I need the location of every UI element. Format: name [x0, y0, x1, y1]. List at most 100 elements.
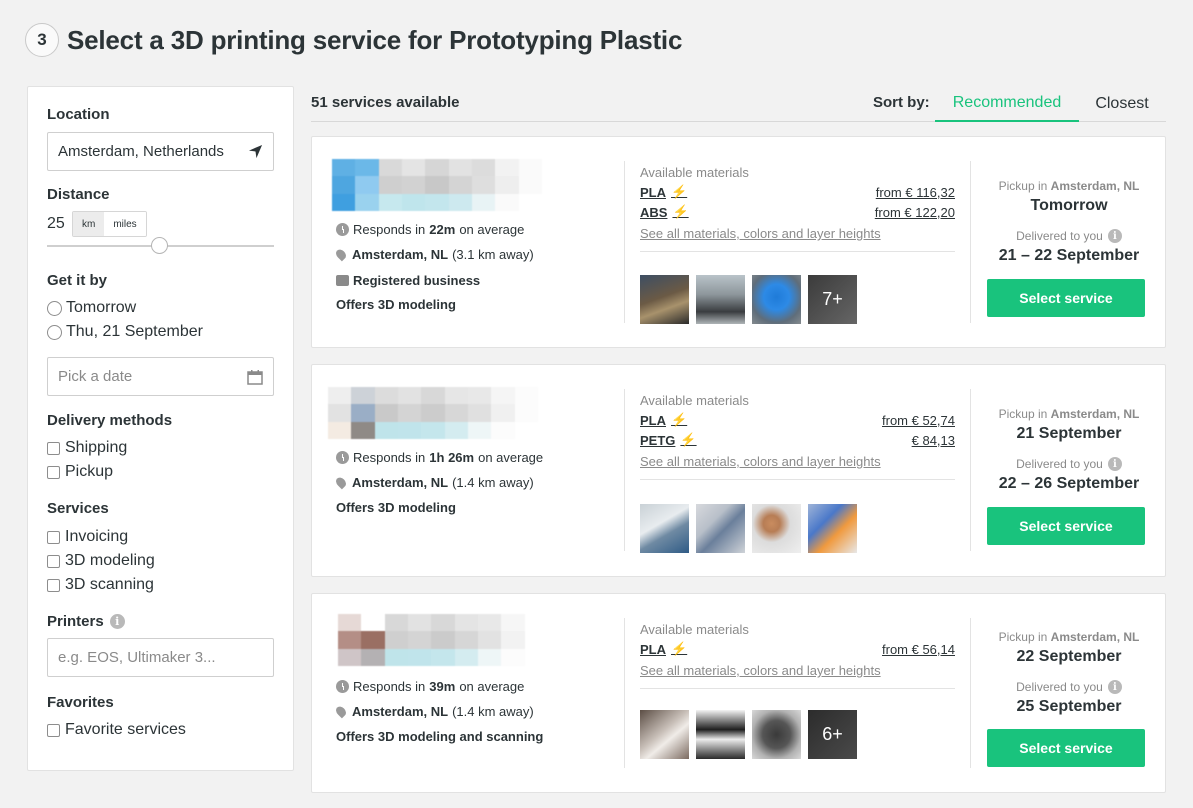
column-divider [624, 618, 625, 768]
unit-km-button[interactable]: km [73, 212, 105, 236]
photo-thumbnail-more[interactable]: 7+ [808, 275, 857, 324]
photo-thumbnail[interactable] [696, 710, 745, 759]
column-divider [970, 161, 971, 323]
info-icon[interactable]: i [1107, 457, 1122, 471]
radio-button[interactable] [47, 324, 62, 340]
distance-slider-thumb[interactable] [151, 237, 168, 254]
material-price-link[interactable]: from € 52,74 [882, 413, 955, 428]
material-price-link[interactable]: from € 56,14 [882, 642, 955, 657]
page-title: Select a 3D printing service for Prototy… [67, 24, 683, 55]
service-option-invoicing[interactable]: Invoicing [47, 528, 128, 546]
delivered-label: Delivered to you i [972, 229, 1166, 243]
service-logo-blurred[interactable] [338, 614, 548, 666]
sort-label: Sort by: [873, 94, 930, 111]
materials-section: Available materials PLA ⚡ from € 52,74 PE… [640, 393, 955, 480]
get-by-option-tomorrow[interactable]: Tomorrow [47, 299, 136, 317]
get-by-option-thursday[interactable]: Thu, 21 September [47, 323, 203, 341]
material-name-link[interactable]: ABS ⚡ [640, 204, 689, 220]
photo-thumbnail[interactable] [808, 504, 857, 553]
service-location: Amsterdam, NL (1.4 km away) [334, 475, 534, 490]
service-option-3d-scanning[interactable]: 3D scanning [47, 576, 154, 594]
printers-input[interactable]: e.g. EOS, Ultimaker 3... [47, 638, 274, 677]
distance-label: Distance [47, 186, 110, 203]
location-input[interactable]: Amsterdam, Netherlands [47, 132, 274, 171]
photo-thumbnail[interactable] [640, 710, 689, 759]
favorites-label: Favorites [47, 694, 114, 711]
clock-icon [336, 680, 349, 693]
photo-thumbnail[interactable] [696, 275, 745, 324]
clock-icon [336, 223, 349, 236]
sort-tab-closest[interactable]: Closest [1081, 86, 1163, 122]
materials-section: Available materials PLA ⚡ from € 56,14 Se… [640, 622, 955, 689]
see-all-materials-link[interactable]: See all materials, colors and layer heig… [640, 663, 955, 678]
delivery-date: 25 September [1016, 698, 1122, 715]
step-number-badge: 3 [25, 23, 59, 57]
material-row[interactable]: ABS ⚡ from € 122,20 [640, 204, 955, 220]
page-header: 3 Select a 3D printing service for Proto… [25, 22, 682, 58]
delivery-info: Pickup in Amsterdam, NL Tomorrow Deliver… [972, 179, 1166, 265]
photo-thumbnail-more[interactable]: 6+ [808, 710, 857, 759]
material-price-link[interactable]: from € 116,32 [876, 185, 955, 200]
service-location: Amsterdam, NL (1.4 km away) [334, 704, 534, 719]
checkbox[interactable] [47, 530, 60, 544]
distance-slider[interactable] [47, 237, 274, 254]
calendar-icon[interactable] [247, 369, 263, 385]
radio-button[interactable] [47, 300, 62, 316]
service-option-3d-modeling[interactable]: 3D modeling [47, 552, 155, 570]
pickup-location: Pickup in Amsterdam, NL [998, 179, 1140, 193]
checkbox[interactable] [47, 465, 60, 479]
printers-placeholder: e.g. EOS, Ultimaker 3... [58, 649, 216, 666]
column-divider [970, 389, 971, 551]
delivery-option-shipping[interactable]: Shipping [47, 439, 127, 457]
select-service-button[interactable]: Select service [987, 729, 1145, 767]
service-logo-blurred[interactable] [332, 159, 542, 211]
delivery-option-pickup[interactable]: Pickup [47, 463, 113, 481]
material-row[interactable]: PLA ⚡ from € 56,14 [640, 641, 955, 657]
material-row[interactable]: PETG ⚡ € 84,13 [640, 432, 955, 448]
checkbox[interactable] [47, 554, 60, 568]
material-price-link[interactable]: € 84,13 [912, 433, 955, 448]
location-label: Location [47, 106, 110, 123]
unit-miles-button[interactable]: miles [104, 212, 146, 236]
checkbox[interactable] [47, 441, 60, 455]
materials-title: Available materials [640, 393, 749, 408]
photo-thumbnail[interactable] [752, 710, 801, 759]
favorite-services-option[interactable]: Favorite services [47, 721, 186, 739]
sort-tab-recommended[interactable]: Recommended [935, 86, 1079, 122]
lightning-icon: ⚡ [672, 204, 689, 219]
option-label: Invoicing [65, 528, 129, 545]
material-name-link[interactable]: PLA ⚡ [640, 184, 687, 200]
material-row[interactable]: PLA ⚡ from € 116,32 [640, 184, 955, 200]
response-time: Responds in 39m on average [336, 679, 524, 694]
photo-thumbnail[interactable] [752, 504, 801, 553]
material-price-link[interactable]: from € 122,20 [875, 205, 955, 220]
material-name-link[interactable]: PETG ⚡ [640, 432, 697, 448]
checkbox[interactable] [47, 578, 60, 592]
photo-thumbnail[interactable] [640, 504, 689, 553]
lightning-icon: ⚡ [671, 641, 688, 656]
locate-arrow-icon[interactable] [248, 144, 263, 159]
photo-thumbnail[interactable] [696, 504, 745, 553]
registered-business: Registered business [336, 273, 484, 288]
services-label: Services [47, 500, 109, 517]
service-offers: Offers 3D modeling and scanning [336, 729, 544, 744]
photo-thumbnail[interactable] [640, 275, 689, 324]
see-all-materials-link[interactable]: See all materials, colors and layer heig… [640, 454, 955, 469]
service-logo-blurred[interactable] [328, 387, 538, 439]
see-all-materials-link[interactable]: See all materials, colors and layer heig… [640, 226, 955, 241]
material-name-link[interactable]: PLA ⚡ [640, 641, 687, 657]
service-offers: Offers 3D modeling [336, 297, 456, 312]
photo-thumbnail[interactable] [752, 275, 801, 324]
material-row[interactable]: PLA ⚡ from € 52,74 [640, 412, 955, 428]
select-service-button[interactable]: Select service [987, 507, 1145, 545]
select-service-button[interactable]: Select service [987, 279, 1145, 317]
info-icon[interactable]: i [109, 614, 125, 629]
material-name-link[interactable]: PLA ⚡ [640, 412, 687, 428]
column-divider [624, 161, 625, 323]
pickup-date: 21 September [1016, 425, 1122, 442]
info-icon[interactable]: i [1107, 229, 1122, 243]
pick-date-input[interactable]: Pick a date [47, 357, 274, 396]
info-icon[interactable]: i [1107, 680, 1122, 694]
checkbox[interactable] [47, 723, 60, 737]
printers-label-text: Printers [47, 613, 104, 630]
